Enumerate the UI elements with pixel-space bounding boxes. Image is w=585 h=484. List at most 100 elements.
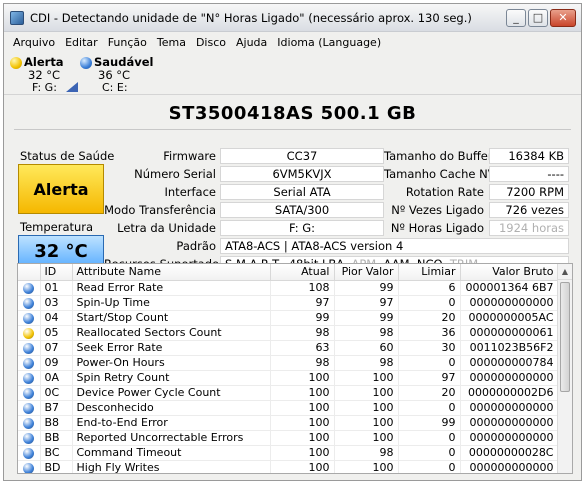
title-bar[interactable]: CDI - Detectando unidade de "N° Horas Li… [4, 4, 581, 32]
attr-raw: 000000000000 [460, 295, 559, 311]
drive-letter-value: F: G: [220, 220, 384, 236]
smart-attributes-table[interactable]: ID Attribute Name Atual Pior Valor Limia… [17, 263, 573, 474]
table-row[interactable]: BD High Fly Writes 100 100 0 000000000000 [18, 460, 559, 473]
drive-letter-label: Letra da Unidade [117, 221, 216, 235]
maximize-button[interactable]: □ [528, 8, 548, 27]
attr-name: High Fly Writes [72, 460, 271, 473]
attr-id: 01 [40, 280, 73, 296]
table-row[interactable]: B8 End-to-End Error 100 100 99 000000000000 [18, 415, 559, 431]
attr-name: Read Error Rate [72, 280, 271, 296]
disk-selector-strip: Alerta 32 °C F: G: Saudável 36 °C C: E: [4, 52, 581, 95]
attr-raw: 000000000000 [460, 400, 559, 416]
health-status-button[interactable]: Alerta [18, 164, 104, 214]
attr-current: 100 [270, 415, 335, 431]
table-row[interactable]: BC Command Timeout 100 98 0 00000000028C [18, 445, 559, 461]
good-status-icon [23, 447, 35, 459]
attr-name: Seek Error Rate [72, 340, 271, 356]
scroll-up-icon[interactable]: ▲ [558, 264, 572, 280]
attr-current: 100 [270, 430, 335, 446]
rotation-label: Rotation Rate [405, 185, 484, 199]
disk-letters: C: E: [102, 81, 128, 94]
col-raw[interactable]: Valor Bruto [460, 264, 559, 281]
attr-id: 0C [40, 385, 73, 401]
health-label: Status de Saúde [20, 149, 115, 163]
menu-idioma[interactable]: Idioma (Language) [272, 36, 386, 49]
col-id[interactable]: ID [40, 264, 73, 281]
divider [14, 129, 571, 130]
attr-raw: 000000000000 [460, 430, 559, 446]
attr-id: BD [40, 460, 73, 473]
col-status[interactable] [18, 264, 41, 281]
table-row[interactable]: 05 Reallocated Sectors Count 98 98 36 0000000… [18, 325, 559, 341]
minimize-button[interactable]: _ [506, 8, 526, 27]
table-row[interactable]: 07 Seek Error Rate 63 60 30 0011023B56F2 [18, 340, 559, 356]
disk-temp: 32 °C [28, 68, 61, 82]
good-status-icon [23, 372, 35, 384]
attr-name: Command Timeout [72, 445, 271, 461]
disk-temp: 36 °C [98, 68, 131, 82]
attr-id: B8 [40, 415, 73, 431]
attr-threshold: 20 [398, 310, 461, 326]
vertical-scrollbar[interactable]: ▲ [557, 264, 572, 473]
attr-name: Reported Uncorrectable Errors [72, 430, 271, 446]
close-button[interactable]: ✕ [550, 8, 576, 27]
attr-id: BB [40, 430, 73, 446]
table-row[interactable]: 0A Spin Retry Count 100 100 97 000000000000 [18, 370, 559, 386]
disk-letters: F: G: [32, 81, 57, 94]
serial-value: 6VM5KVJX [220, 166, 384, 182]
attr-worst: 100 [334, 430, 399, 446]
buffer-value: 16384 KB [489, 148, 569, 164]
menu-editar[interactable]: Editar [60, 36, 103, 49]
attr-raw: 0011023B56F2 [460, 340, 559, 356]
table-row[interactable]: BB Reported Uncorrectable Errors 100 100 0 00… [18, 430, 559, 446]
standard-value: ATA8-ACS | ATA8-ACS version 4 [220, 238, 569, 254]
table-row[interactable]: 09 Power-On Hours 98 98 0 000000000784 [18, 355, 559, 371]
attr-worst: 100 [334, 400, 399, 416]
good-status-icon [23, 297, 35, 309]
table-row[interactable]: 03 Spin-Up Time 97 97 0 000000000000 [18, 295, 559, 311]
menu-funcao[interactable]: Função [103, 36, 152, 49]
attr-threshold: 0 [398, 400, 461, 416]
attr-worst: 100 [334, 385, 399, 401]
app-icon [10, 10, 24, 25]
attr-name: Power-On Hours [72, 355, 271, 371]
table-row[interactable]: B7 Desconhecido 100 100 0 000000000000 [18, 400, 559, 416]
nv-cache-value: ---- [489, 166, 569, 182]
table-row[interactable]: 04 Start/Stop Count 99 99 20 0000000005AC [18, 310, 559, 326]
firmware-value: CC37 [220, 148, 384, 164]
transfer-mode-label: Modo Transferência [104, 203, 216, 217]
power-on-count-label: Nº Vezes Ligado [391, 203, 484, 217]
disk-status: Alerta [24, 55, 64, 69]
buffer-label: Tamanho do Buffer [384, 149, 493, 163]
menu-arquivo[interactable]: Arquivo [8, 36, 60, 49]
attr-threshold: 0 [398, 460, 461, 473]
attr-threshold: 36 [398, 325, 461, 341]
nv-cache-label: Tamanho Cache NV [384, 167, 496, 181]
menu-tema[interactable]: Tema [152, 36, 191, 49]
attr-worst: 99 [334, 280, 399, 296]
col-attribute[interactable]: Attribute Name [72, 264, 271, 281]
good-status-icon [23, 282, 35, 294]
menu-ajuda[interactable]: Ajuda [231, 36, 272, 49]
table-row[interactable]: 01 Read Error Rate 108 99 6 000001364 6B7 [18, 280, 559, 296]
rotation-value: 7200 RPM [489, 184, 569, 200]
attr-raw: 000001364 6B7 [460, 280, 559, 296]
menu-disco[interactable]: Disco [191, 36, 231, 49]
attr-name: Spin-Up Time [72, 295, 271, 311]
window-title: CDI - Detectando unidade de "N° Horas Li… [30, 10, 472, 25]
disk-status: Saudável [94, 55, 154, 69]
good-status-icon [23, 357, 35, 369]
attr-id: B7 [40, 400, 73, 416]
good-status-icon [23, 462, 35, 473]
attr-id: 09 [40, 355, 73, 371]
attr-worst: 98 [334, 325, 399, 341]
col-worst[interactable]: Pior Valor [334, 264, 399, 281]
serial-label: Número Serial [134, 167, 216, 181]
good-status-icon [23, 312, 35, 324]
app-window: CDI - Detectando unidade de "N° Horas Li… [3, 3, 582, 481]
col-threshold[interactable]: Limiar [398, 264, 461, 281]
table-row[interactable]: 0C Device Power Cycle Count 100 100 20 000000… [18, 385, 559, 401]
attr-current: 100 [270, 460, 335, 473]
col-current[interactable]: Atual [270, 264, 335, 281]
scroll-thumb[interactable] [560, 282, 570, 392]
